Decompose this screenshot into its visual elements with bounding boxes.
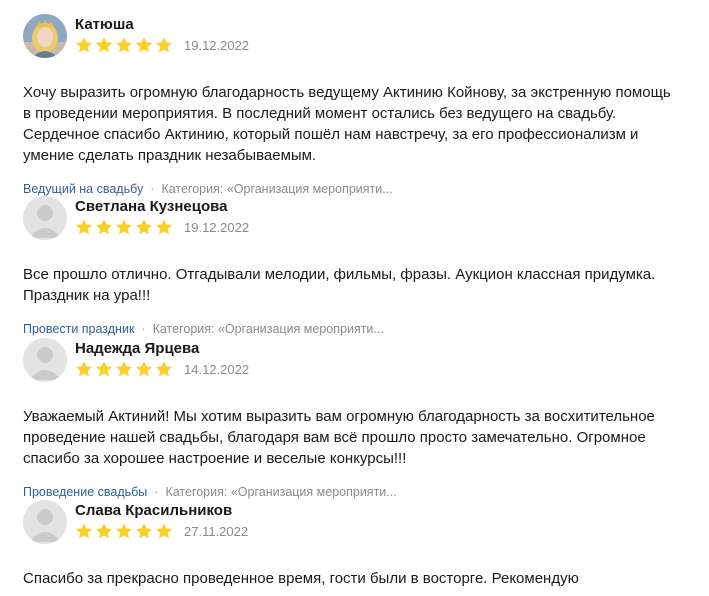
review-meta: Проведение свадьбы · Категория: «Организац… [23, 484, 693, 500]
avatar[interactable] [23, 196, 67, 240]
rating-stars [75, 360, 173, 378]
separator-dot: · [150, 182, 155, 196]
star-icon [75, 219, 93, 235]
avatar[interactable] [23, 14, 67, 58]
star-icon [95, 37, 113, 53]
reviewer-name: Надежда Ярцева [75, 340, 200, 357]
review-text: Хочу выразить огромную благодарность вед… [23, 84, 671, 164]
star-icon [135, 37, 153, 53]
rating-stars [75, 36, 173, 54]
star-icon [115, 361, 133, 377]
review-card: Слава Красильников 27.11.2022 Спасибо за… [23, 500, 693, 589]
avatar[interactable] [23, 500, 67, 544]
review-meta: Провести праздник · Категория: «Организаци… [23, 321, 693, 337]
category-label: Категория: «Организация мероприяти... [152, 322, 384, 336]
service-link[interactable]: Провести праздник [23, 322, 134, 336]
rating-stars [75, 218, 173, 236]
star-icon [155, 361, 173, 377]
rating-stars [75, 522, 173, 540]
star-icon [135, 219, 153, 235]
review-card: Надежда Ярцева 14.12.2022 Уважаемый Акти… [23, 338, 693, 500]
review-header: Надежда Ярцева 14.12.2022 [23, 338, 693, 386]
review-date: 19.12.2022 [184, 220, 250, 235]
star-icon [95, 219, 113, 235]
star-icon [75, 37, 93, 53]
star-icon [95, 361, 113, 377]
review-card: Светлана Кузнецова 19.12.2022 Все прошло… [23, 196, 693, 337]
review-date: 27.11.2022 [184, 524, 249, 539]
review-card: Катюша 19.12.2022 Хочу выразить огромную… [23, 14, 693, 197]
star-icon [155, 219, 173, 235]
review-text: Уважаемый Актиний! Мы хотим выразить вам… [23, 408, 655, 467]
review-text: Все прошло отлично. Отгадывали мелодии, … [23, 266, 656, 304]
service-link[interactable]: Ведущий на свадьбу [23, 182, 143, 196]
reviewer-name: Светлана Кузнецова [75, 198, 228, 215]
star-icon [75, 523, 93, 539]
review-meta: Ведущий на свадьбу · Категория: «Организац… [23, 181, 693, 197]
review-header: Катюша 19.12.2022 [23, 14, 693, 62]
star-icon [95, 523, 113, 539]
category-label: Категория: «Организация мероприяти... [165, 485, 397, 499]
service-link[interactable]: Проведение свадьбы [23, 485, 147, 499]
separator-dot: · [154, 485, 159, 499]
review-header: Слава Красильников 27.11.2022 [23, 500, 693, 548]
avatar[interactable] [23, 338, 67, 382]
star-icon [115, 523, 133, 539]
review-date: 14.12.2022 [184, 362, 250, 377]
category-label: Категория: «Организация мероприяти... [161, 182, 393, 196]
review-text: Спасибо за прекрасно проведенное время, … [23, 570, 579, 587]
review-header: Светлана Кузнецова 19.12.2022 [23, 196, 693, 244]
star-icon [135, 523, 153, 539]
star-icon [155, 37, 173, 53]
reviewer-name: Слава Красильников [75, 502, 233, 519]
star-icon [75, 361, 93, 377]
star-icon [115, 37, 133, 53]
review-date: 19.12.2022 [184, 38, 250, 53]
reviewer-name: Катюша [75, 16, 134, 33]
separator-dot: · [141, 322, 146, 336]
star-icon [155, 523, 173, 539]
star-icon [135, 361, 153, 377]
star-icon [115, 219, 133, 235]
